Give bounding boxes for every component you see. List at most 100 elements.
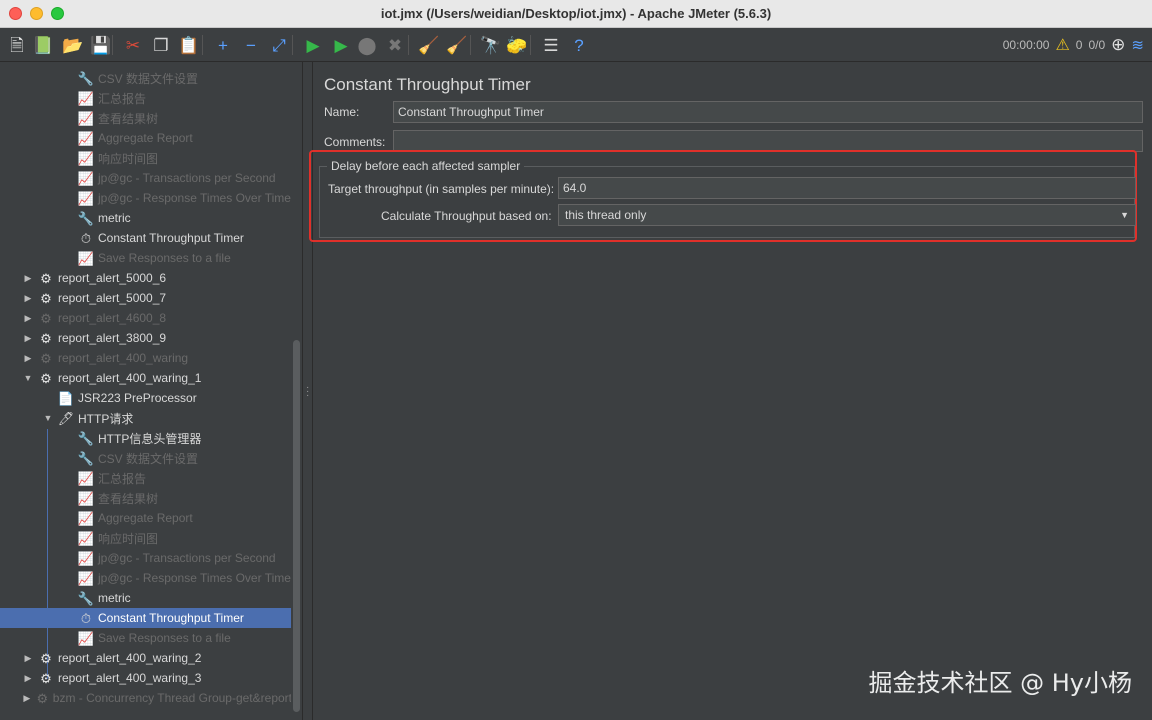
tree-item-label: report_alert_400_waring_2 — [58, 651, 202, 665]
window-title: iot.jmx (/Users/weidian/Desktop/iot.jmx)… — [380, 6, 772, 21]
tree-item[interactable]: 📈 Aggregate Report — [0, 128, 292, 148]
toggle-icon[interactable]: ⤢ — [268, 34, 290, 56]
collapse-icon[interactable]: − — [240, 34, 262, 56]
tree-item[interactable]: 📄 JSR223 PreProcessor — [0, 388, 292, 408]
shutdown-icon[interactable]: ✖ — [384, 34, 406, 56]
clear-all-icon[interactable]: 🧹 — [446, 34, 468, 56]
tree-item[interactable]: ▼ 🖊 HTTP请求 — [0, 408, 292, 428]
tree-item[interactable]: 📈 响应时间图 — [0, 148, 292, 168]
minimize-window-button[interactable] — [30, 7, 43, 20]
tree-item[interactable]: ▼ ⚙ report_alert_400_waring_1 — [0, 368, 292, 388]
tree-item[interactable]: ▶ ⚙ report_alert_400_waring_2 — [0, 648, 292, 668]
tree-item[interactable]: ▶ ⚙ report_alert_400_waring_3 — [0, 668, 292, 688]
tree-item[interactable]: 📈 汇总报告 — [0, 88, 292, 108]
tree-item[interactable]: ▶ ⚙ report_alert_5000_7 — [0, 288, 292, 308]
tree-item[interactable]: ▶ ⚙ report_alert_400_waring — [0, 348, 292, 368]
tree-item[interactable]: 📈 查看结果树 — [0, 108, 292, 128]
wrench-icon: 🔧 — [77, 450, 95, 466]
tree-scrollbar-thumb[interactable] — [293, 340, 300, 712]
wrench-icon: 🔧 — [77, 590, 95, 606]
tree-item-label: 响应时间图 — [98, 531, 159, 546]
element-config-panel: Constant Throughput Timer Name: Comments… — [309, 62, 1152, 720]
tree-item[interactable]: 🔧 metric — [0, 208, 292, 228]
help-icon[interactable]: ? — [568, 34, 590, 56]
new-icon[interactable]: 🗎 — [6, 34, 28, 56]
chart-icon: 📈 — [77, 550, 95, 566]
collapsed-arrow-icon[interactable]: ▶ — [22, 313, 34, 324]
collapsed-arrow-icon[interactable]: ▶ — [22, 293, 34, 304]
tree-item[interactable]: 📈 Aggregate Report — [0, 508, 292, 528]
tree-item[interactable]: ▶ ⚙ bzm - Concurrency Thread Group-get&rep… — [0, 688, 292, 708]
templates-icon[interactable]: 📗 — [32, 34, 54, 56]
collapsed-arrow-icon[interactable]: ▶ — [22, 693, 32, 704]
tree-item[interactable]: ⏱ Constant Throughput Timer — [0, 228, 292, 248]
chart-icon: 📈 — [77, 130, 95, 146]
toolbar-separator — [202, 35, 203, 55]
collapsed-arrow-icon[interactable]: ▶ — [22, 353, 34, 364]
tree-item[interactable]: 📈 Save Responses to a file — [0, 248, 292, 268]
divider-grip-icon[interactable]: · · · — [306, 383, 309, 401]
collapsed-arrow-icon[interactable]: ▶ — [22, 333, 34, 344]
tree-item[interactable]: 🔧 metric — [0, 588, 292, 608]
tree-item-label: Save Responses to a file — [98, 251, 231, 265]
tree-item[interactable]: 📈 响应时间图 — [0, 528, 292, 548]
tree-item[interactable]: 🔧 HTTP信息头管理器 — [0, 428, 292, 448]
name-label: Name: — [324, 105, 360, 119]
tree-item-label: Aggregate Report — [98, 511, 193, 525]
tree-item[interactable]: 📈 jp@gc - Response Times Over Time — [0, 568, 292, 588]
chart-icon: 📈 — [77, 90, 95, 106]
tree-item-label: HTTP请求 — [78, 411, 134, 426]
gear-icon: ⚙ — [40, 350, 52, 366]
expanded-arrow-icon[interactable]: ▼ — [22, 373, 34, 383]
tree-item[interactable]: ⏱ Constant Throughput Timer — [0, 608, 292, 628]
comments-input[interactable] — [393, 130, 1143, 152]
tree-item[interactable]: 📈 查看结果树 — [0, 488, 292, 508]
tree-item[interactable]: 📈 jp@gc - Transactions per Second — [0, 168, 292, 188]
collapsed-arrow-icon[interactable]: ▶ — [22, 673, 34, 684]
name-input[interactable] — [393, 101, 1143, 123]
calc-based-on-select[interactable]: this thread only ▼ — [558, 204, 1136, 226]
tree-item[interactable]: 🔧 CSV 数据文件设置 — [0, 448, 292, 468]
calc-based-on-label: Calculate Throughput based on: — [381, 209, 552, 223]
remote-icon[interactable]: ⊕ — [1111, 35, 1125, 55]
tree-item[interactable]: 📈 jp@gc - Transactions per Second — [0, 548, 292, 568]
tree-item-label: metric — [98, 591, 131, 605]
reset-search-icon[interactable]: 🧽 — [506, 34, 528, 56]
tree-item-label: report_alert_400_waring — [58, 351, 189, 365]
chart-icon: 📈 — [77, 510, 95, 526]
tree-item[interactable]: ▶ ⚙ report_alert_5000_6 — [0, 268, 292, 288]
function-helper-icon[interactable]: ☰ — [540, 34, 562, 56]
tree-item-label: 汇总报告 — [98, 91, 147, 106]
tree-item[interactable]: 📈 Save Responses to a file — [0, 628, 292, 648]
chart-icon: 📈 — [77, 470, 95, 486]
calc-based-on-value: this thread only — [565, 208, 647, 222]
tree-item[interactable]: 📈 jp@gc - Response Times Over Time — [0, 188, 292, 208]
tree-item-label: jp@gc - Response Times Over Time — [98, 191, 291, 205]
tree-item-label: HTTP信息头管理器 — [98, 431, 202, 446]
tree-item[interactable]: 🔧 CSV 数据文件设置 — [0, 68, 292, 88]
copy-icon[interactable]: ❐ — [150, 34, 172, 56]
collapsed-arrow-icon[interactable]: ▶ — [22, 273, 34, 284]
expand-icon[interactable]: + — [212, 34, 234, 56]
maximize-window-button[interactable] — [51, 7, 64, 20]
save-icon[interactable]: 💾 — [90, 34, 112, 56]
stop-icon[interactable]: ⬤ — [356, 34, 378, 56]
search-icon[interactable]: 🔭 — [480, 34, 502, 56]
start-icon[interactable]: ▶ — [302, 34, 324, 56]
start-no-pauses-icon[interactable]: ▶ — [330, 34, 352, 56]
warning-icon[interactable]: ⚠ — [1055, 35, 1069, 55]
chart-icon: 📈 — [77, 150, 95, 166]
tree-item[interactable]: ▶ ⚙ report_alert_3800_9 — [0, 328, 292, 348]
open-icon[interactable]: 📂 — [62, 34, 84, 56]
paste-icon[interactable]: 📋 — [178, 34, 200, 56]
collapsed-arrow-icon[interactable]: ▶ — [22, 653, 34, 664]
toolbar-separator — [530, 35, 531, 55]
clear-icon[interactable]: 🧹 — [418, 34, 440, 56]
tree-item[interactable]: ▶ ⚙ report_alert_4600_8 — [0, 308, 292, 328]
target-throughput-input[interactable] — [558, 177, 1136, 199]
tree-item[interactable]: 📈 汇总报告 — [0, 468, 292, 488]
cut-icon[interactable]: ✂ — [122, 34, 144, 56]
log-icon[interactable]: ≋ — [1131, 36, 1144, 54]
close-window-button[interactable] — [9, 7, 22, 20]
expanded-arrow-icon[interactable]: ▼ — [42, 413, 54, 423]
